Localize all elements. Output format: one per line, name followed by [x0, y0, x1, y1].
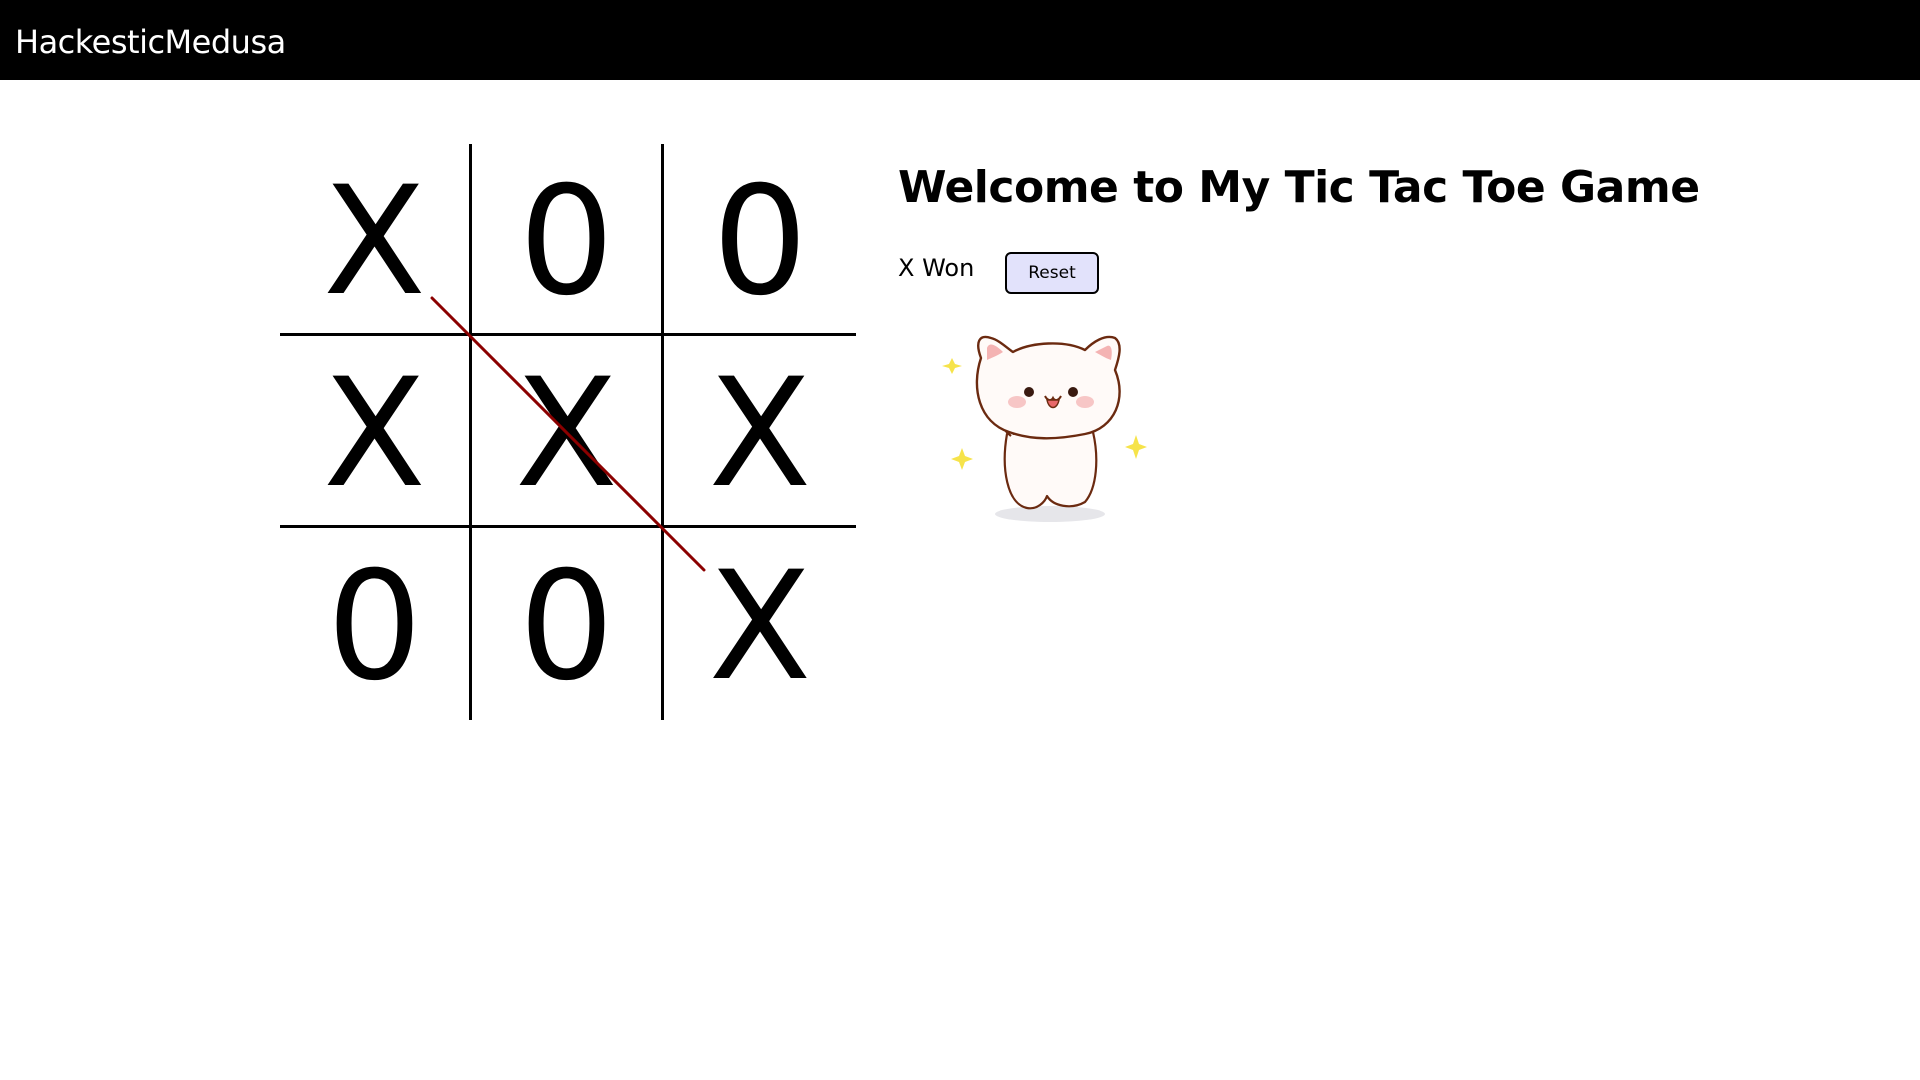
brand-name[interactable]: HackesticMedusa — [15, 22, 286, 62]
board-cell-8[interactable]: 0 — [472, 528, 664, 720]
board-cell-2[interactable]: 0 — [472, 144, 664, 336]
board-cell-5[interactable]: X — [472, 336, 664, 528]
cell-mark: X — [323, 154, 426, 329]
cell-mark: X — [708, 346, 812, 521]
game-info-panel: Welcome to My Tic Tac Toe Game X Won Res… — [898, 160, 1700, 294]
status-row: X Won Reset — [898, 252, 1298, 300]
game-status: X Won — [898, 254, 975, 282]
cell-mark: X — [708, 540, 812, 714]
cell-mark: 0 — [712, 154, 808, 329]
cell-mark: 0 — [518, 540, 615, 714]
board-cell-6[interactable]: X — [664, 336, 856, 528]
board-cell-7[interactable]: 0 — [280, 528, 472, 720]
page-title: Welcome to My Tic Tac Toe Game — [898, 162, 1700, 213]
cell-mark: X — [323, 346, 426, 521]
board-cell-9[interactable]: X — [664, 528, 856, 720]
cell-mark: 0 — [518, 154, 615, 329]
board-cell-4[interactable]: X — [280, 336, 472, 528]
happy-cat-sticker-icon — [942, 335, 1147, 522]
board-cell-3[interactable]: 0 — [664, 144, 856, 336]
reset-button[interactable]: Reset — [1005, 252, 1099, 294]
cell-mark: X — [515, 346, 618, 521]
navbar: HackesticMedusa — [0, 0, 1920, 80]
board-cell-1[interactable]: X — [280, 144, 472, 336]
cell-mark: 0 — [326, 540, 423, 714]
game-board: X 0 0 X X X 0 0 X — [280, 144, 856, 720]
